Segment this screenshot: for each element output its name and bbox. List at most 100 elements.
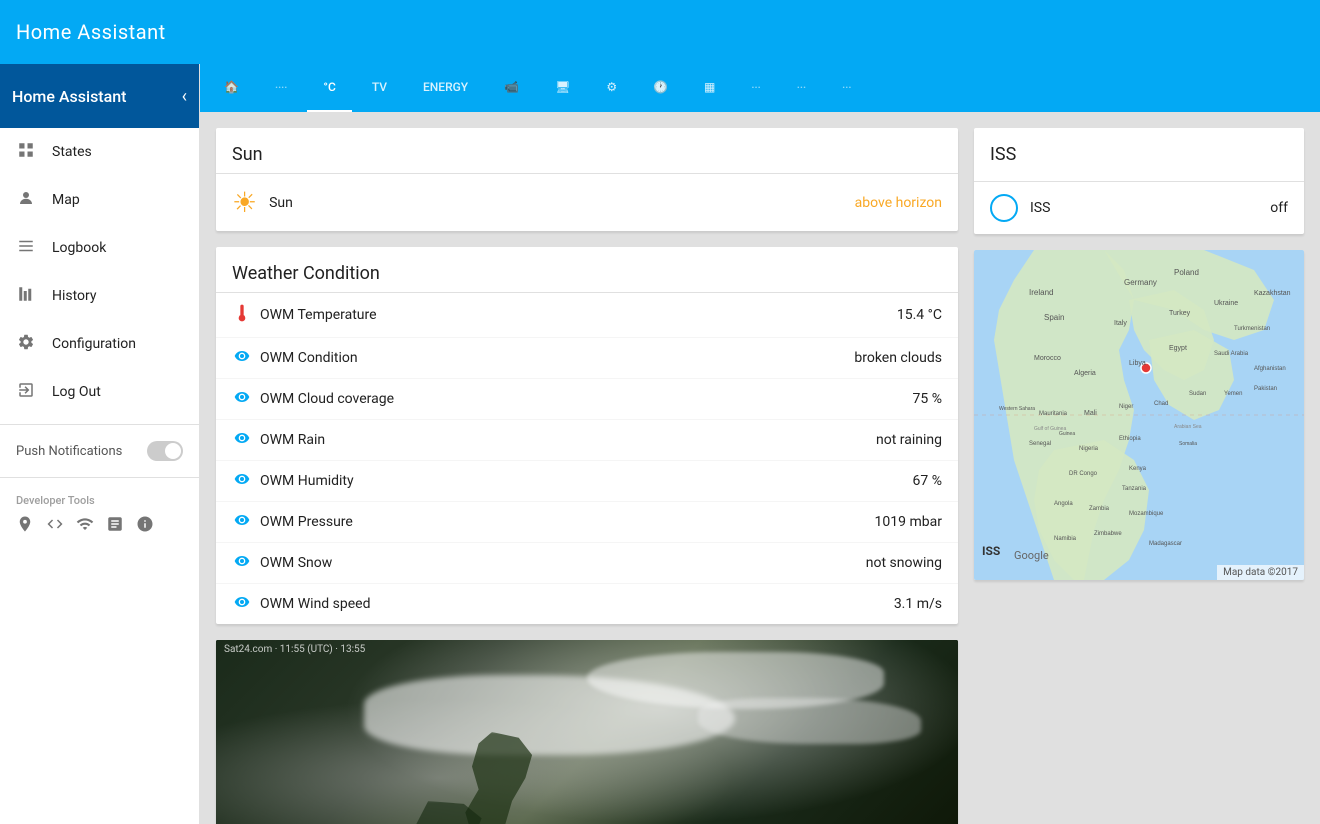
display-tab-icon: 🖥: [555, 80, 570, 94]
sun-entity-row: ☀ Sun above horizon: [216, 174, 958, 231]
history-icon: [16, 285, 36, 308]
cloud-value: 75 %: [913, 391, 942, 407]
sidebar-item-logout[interactable]: Log Out: [0, 368, 199, 416]
snow-label: OWM Snow: [260, 555, 858, 571]
push-notifications-row: Push Notifications: [0, 433, 199, 469]
svg-text:Turkey: Turkey: [1169, 310, 1191, 317]
tab-2[interactable]: ····: [259, 64, 303, 112]
camera-tab-icon: 📹: [504, 80, 519, 94]
svg-text:Senegal: Senegal: [1029, 441, 1051, 447]
developer-tools-label: Developer Tools: [0, 486, 199, 515]
tab-tv[interactable]: TV: [356, 64, 403, 112]
tab-home[interactable]: 🏠: [208, 64, 255, 112]
weather-card-title: Weather Condition: [216, 247, 958, 292]
wind-value: 3.1 m/s: [894, 596, 942, 612]
iss-entity-label: ISS: [1030, 200, 1258, 216]
sidebar-item-history[interactable]: History: [0, 272, 199, 320]
sun-card: Sun ☀ Sun above horizon: [216, 128, 958, 231]
entity-icon[interactable]: [106, 515, 124, 538]
main-layout: Home Assistant ‹ States Map Logbook: [0, 64, 1320, 824]
sun-entity-state: above horizon: [855, 195, 942, 211]
svg-text:Arabian Sea: Arabian Sea: [1174, 424, 1202, 430]
tab-grid[interactable]: ▦: [688, 64, 731, 112]
svg-text:Namibia: Namibia: [1054, 536, 1077, 542]
weather-row-cloud: OWM Cloud coverage 75 %: [216, 379, 958, 420]
sidebar-item-logbook[interactable]: Logbook: [0, 224, 199, 272]
svg-text:Mali: Mali: [1084, 410, 1097, 417]
svg-text:Saudi Arabia: Saudi Arabia: [1214, 351, 1249, 357]
cards-area: Sun ☀ Sun above horizon Weather Conditio…: [200, 112, 1320, 824]
celsius-tab-label: °C: [323, 80, 335, 94]
tab-extra3[interactable]: ···: [826, 64, 867, 112]
gear-icon: [16, 333, 36, 356]
eye-icon-rain[interactable]: [232, 430, 252, 450]
svg-text:Algeria: Algeria: [1074, 370, 1096, 377]
grid-tab-icon: ▦: [704, 80, 715, 94]
thermometer-icon: [232, 303, 252, 327]
svg-text:Niger: Niger: [1119, 404, 1133, 410]
push-notifications-toggle[interactable]: [147, 441, 183, 461]
chevron-left-icon[interactable]: ‹: [182, 86, 187, 107]
weather-row-humidity: OWM Humidity 67 %: [216, 461, 958, 502]
svg-text:Kenya: Kenya: [1129, 466, 1147, 472]
sidebar-item-logout-label: Log Out: [52, 384, 101, 400]
svg-text:Spain: Spain: [1044, 313, 1064, 322]
rain-label: OWM Rain: [260, 432, 868, 448]
satellite-label-top: Sat24.com · 11:55 (UTC) · 13:55: [216, 640, 373, 659]
temperature-value: 15.4 °C: [897, 307, 942, 323]
tab-extra2[interactable]: ···: [781, 64, 822, 112]
svg-text:Zambia: Zambia: [1089, 506, 1110, 512]
wind-label: OWM Wind speed: [260, 596, 886, 612]
humidity-value: 67 %: [913, 473, 942, 489]
tab-settings[interactable]: ⚙: [590, 64, 633, 112]
eye-icon-snow[interactable]: [232, 553, 252, 573]
tab-celsius[interactable]: °C: [307, 64, 351, 112]
svg-text:Zimbabwe: Zimbabwe: [1094, 531, 1122, 537]
tab-display[interactable]: 🖥: [539, 64, 586, 112]
sidebar-item-states[interactable]: States: [0, 128, 199, 176]
pressure-value: 1019 mbar: [875, 514, 942, 530]
svg-text:Italy: Italy: [1114, 320, 1127, 327]
eye-icon-pressure[interactable]: [232, 512, 252, 532]
wifi-icon[interactable]: [76, 515, 94, 538]
svg-text:DR Congo: DR Congo: [1069, 471, 1098, 477]
svg-text:Germany: Germany: [1124, 278, 1157, 287]
svg-text:Western Sahara: Western Sahara: [999, 406, 1035, 412]
iss-entity-row: ISS off: [974, 182, 1304, 234]
weather-card: Weather Condition OWM Temperature 15.4 °…: [216, 247, 958, 624]
tab-clock[interactable]: 🕐: [637, 64, 684, 112]
satellite-card: Sat24.com · 11:55 (UTC) · 13:55 Rome © S…: [216, 640, 958, 824]
svg-text:Somalia: Somalia: [1179, 441, 1197, 447]
divider2: [0, 477, 199, 478]
grid-icon: [16, 141, 36, 164]
eye-icon-condition[interactable]: [232, 348, 252, 368]
antenna-icon[interactable]: [16, 515, 34, 538]
sun-card-title: Sun: [216, 128, 958, 173]
svg-text:Afghanistan: Afghanistan: [1254, 366, 1286, 372]
eye-icon-cloud[interactable]: [232, 389, 252, 409]
sidebar-item-map[interactable]: Map: [0, 176, 199, 224]
svg-text:Ukraine: Ukraine: [1214, 300, 1238, 307]
tv-tab-label: TV: [372, 80, 387, 94]
eye-icon-humidity[interactable]: [232, 471, 252, 491]
info-icon[interactable]: [136, 515, 154, 538]
sidebar-item-logbook-label: Logbook: [52, 240, 106, 256]
tab-energy[interactable]: ENERGY: [407, 64, 484, 112]
weather-row-pressure: OWM Pressure 1019 mbar: [216, 502, 958, 543]
cloud-label: OWM Cloud coverage: [260, 391, 905, 407]
code-icon[interactable]: [46, 515, 64, 538]
eye-icon-wind[interactable]: [232, 594, 252, 614]
condition-label: OWM Condition: [260, 350, 846, 366]
home-tab-icon: 🏠: [224, 80, 239, 94]
sun-entity-label: Sun: [269, 195, 843, 211]
map-card: Ireland Germany Poland Ukraine Kazakhsta…: [974, 250, 1304, 580]
topbar: Home Assistant: [0, 0, 1320, 64]
sidebar-item-configuration[interactable]: Configuration: [0, 320, 199, 368]
sidebar-item-map-label: Map: [52, 192, 80, 208]
sidebar-item-states-label: States: [52, 144, 92, 160]
tab-extra1[interactable]: ···: [735, 64, 776, 112]
developer-tools-icons: [0, 515, 199, 550]
settings-tab-icon: ⚙: [606, 80, 617, 94]
tab-camera[interactable]: 📹: [488, 64, 535, 112]
svg-text:Sudan: Sudan: [1189, 391, 1206, 397]
